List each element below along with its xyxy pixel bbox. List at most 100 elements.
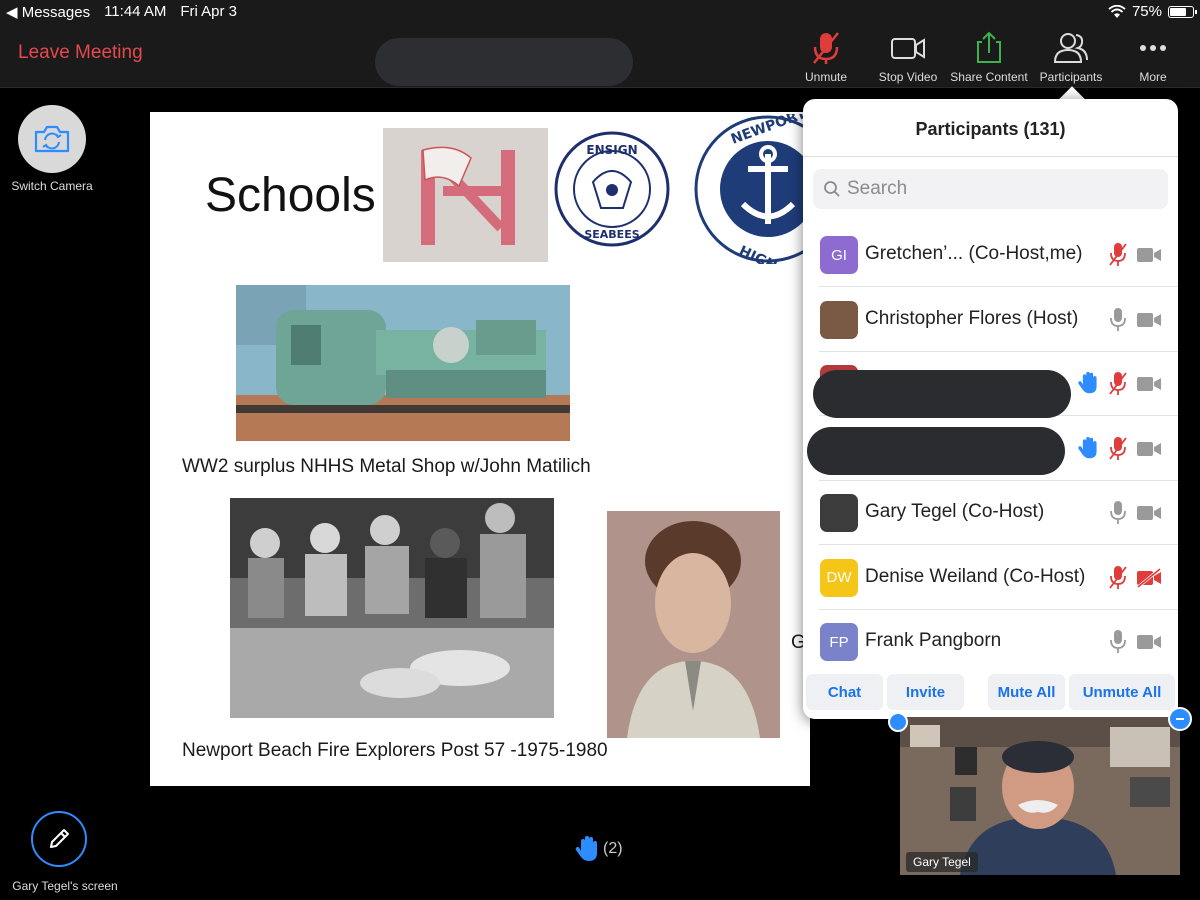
slide-caption-fire-explorers: Newport Beach Fire Explorers Post 57 -19… — [182, 740, 608, 761]
battery-percent: 75% — [1131, 3, 1162, 20]
wifi-icon — [1108, 4, 1126, 18]
raised-hand-icon — [575, 836, 597, 861]
participants-icon — [1053, 33, 1088, 63]
participant-row[interactable]: FP Frank Pangborn — [803, 610, 1178, 674]
unmute-button[interactable]: Unmute — [786, 30, 866, 84]
self-view-info-button[interactable] — [888, 712, 908, 732]
microphone-icon[interactable] — [1108, 629, 1128, 660]
participant-role-text: (Co-Host,me) — [963, 243, 1083, 264]
participant-name-text: Christopher Flores — [865, 307, 1022, 329]
search-icon — [824, 181, 840, 197]
participants-panel-title: Participants (131) — [803, 99, 1178, 157]
switch-camera-button[interactable] — [18, 105, 86, 173]
participant-name-text: Gary Tegel — [865, 501, 957, 522]
shared-screen-slide: Schools ENSIGN SEABEES NEWPORT HA HIGH S — [150, 112, 810, 786]
stop-video-button[interactable]: Stop Video — [868, 30, 948, 84]
self-view-name: Gary Tegel — [906, 852, 978, 872]
participant-name: Gretchen’... (Co-Host,me) — [865, 243, 1083, 265]
unmute-label: Unmute — [804, 70, 848, 84]
participant-role-text: (Co-Host) — [997, 565, 1086, 587]
leave-meeting-button[interactable]: Leave Meeting — [18, 42, 143, 64]
participant-avatar — [820, 300, 858, 339]
status-date: Fri Apr 3 — [180, 3, 238, 20]
raised-hand-icon — [1077, 371, 1099, 400]
redacted-name-2 — [807, 427, 1065, 475]
participant-avatar: FP — [820, 623, 858, 661]
participants-button[interactable]: Participants — [1031, 30, 1111, 84]
participant-search-input[interactable]: Search — [813, 169, 1168, 209]
video-camera-icon[interactable] — [1136, 503, 1162, 528]
raised-hands-indicator[interactable]: (2) — [575, 835, 623, 863]
participant-avatar: GI — [820, 236, 858, 274]
participant-name-text: Gretchen’... — [865, 243, 964, 264]
switch-camera-label: Switch Camera — [11, 179, 93, 193]
metal-shop-lathe-photo — [236, 285, 570, 441]
meeting-toolbar: Leave Meeting Unmute Stop Video Share Co… — [0, 24, 1200, 88]
video-camera-icon — [891, 38, 925, 59]
share-icon — [977, 31, 1001, 63]
participant-name-text: Denise Weiland — [865, 565, 998, 587]
back-to-messages[interactable]: ◀ Messages — [6, 3, 90, 21]
muted-microphone-icon[interactable] — [1108, 371, 1128, 402]
battery-icon — [1168, 5, 1197, 18]
portrait-photo — [607, 511, 780, 738]
ensign-logo-bottom-text: SEABEES — [584, 228, 639, 241]
meeting-topic-pill — [375, 38, 633, 86]
video-camera-icon[interactable] — [1136, 245, 1162, 270]
raised-hand-icon — [1077, 436, 1099, 465]
muted-microphone-icon[interactable] — [1108, 242, 1128, 273]
stop-video-label: Stop Video — [878, 70, 938, 84]
microphone-icon[interactable] — [1108, 307, 1128, 338]
pencil-icon — [50, 829, 69, 848]
participant-name-text: Frank Pangborn — [865, 630, 1002, 651]
more-dots-icon — [1140, 45, 1166, 51]
participant-row[interactable]: GI Gretchen’... (Co-Host,me) — [803, 223, 1178, 287]
muted-microphone-icon[interactable] — [1108, 436, 1128, 467]
fire-explorers-photo — [230, 498, 554, 718]
annotate-button[interactable] — [31, 811, 87, 867]
participant-role-text: (Co-Host) — [956, 501, 1045, 522]
participant-name: Gary Tegel (Co-Host) — [865, 501, 1044, 523]
video-camera-icon[interactable] — [1136, 374, 1162, 399]
participant-avatar — [820, 494, 858, 532]
participant-name: Christopher Flores (Host) — [865, 308, 1078, 330]
screen-owner-label: Gary Tegel's screen — [12, 879, 118, 893]
participant-row[interactable]: DW Denise Weiland (Co-Host) — [803, 546, 1178, 610]
ensign-seabees-logo: ENSIGN SEABEES — [553, 130, 671, 248]
microphone-icon[interactable] — [1108, 500, 1128, 531]
invite-button[interactable]: Invite — [887, 674, 964, 710]
more-button[interactable]: More — [1113, 30, 1193, 84]
switch-camera-icon — [34, 125, 70, 153]
video-blocked-icon[interactable] — [1136, 567, 1162, 593]
search-placeholder: Search — [847, 178, 908, 199]
slide-caption-metal-shop: WW2 surplus NHHS Metal Shop w/John Matil… — [182, 456, 591, 477]
minimize-self-view-button[interactable] — [1168, 707, 1192, 731]
redacted-name-1 — [813, 370, 1071, 418]
status-bar: ◀ Messages 11:44 AM Fri Apr 3 75% — [0, 0, 1200, 24]
raised-hands-count: (2) — [603, 840, 623, 857]
muted-microphone-icon — [813, 32, 839, 64]
participants-label: Participants — [1039, 70, 1103, 84]
slide-title: Schools — [205, 169, 376, 222]
share-content-button[interactable]: Share Content — [949, 30, 1029, 84]
participant-avatar: DW — [820, 558, 858, 597]
participant-row[interactable]: Gary Tegel (Co-Host) — [803, 481, 1178, 545]
nh-banner-image — [383, 128, 548, 262]
participants-actions: Chat Invite Mute All Unmute All — [803, 667, 1178, 719]
participant-name: Frank Pangborn — [865, 630, 1001, 652]
participant-row[interactable]: Christopher Flores (Host) — [803, 288, 1178, 352]
status-time: 11:44 AM — [104, 3, 167, 20]
mute-all-button[interactable]: Mute All — [988, 674, 1065, 710]
unmute-all-button[interactable]: Unmute All — [1069, 674, 1175, 710]
video-camera-icon[interactable] — [1136, 310, 1162, 335]
newport-harbor-logo: NEWPORT HA HIGH SCHO — [693, 114, 810, 264]
participant-name: Denise Weiland (Co-Host) — [865, 566, 1085, 588]
muted-microphone-icon[interactable] — [1108, 565, 1128, 596]
participant-role-text: (Host) — [1021, 307, 1079, 329]
ensign-logo-top-text: ENSIGN — [586, 143, 637, 157]
video-camera-icon[interactable] — [1136, 439, 1162, 464]
chat-button[interactable]: Chat — [806, 674, 883, 710]
video-camera-icon[interactable] — [1136, 632, 1162, 657]
more-label: More — [1139, 70, 1167, 84]
share-content-label: Share Content — [950, 70, 1028, 84]
